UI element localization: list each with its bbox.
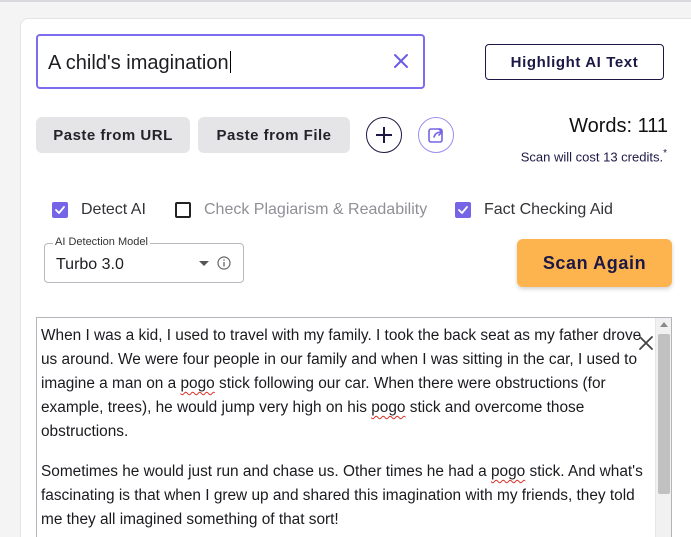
- paragraph: When I was a kid, I used to travel with …: [41, 327, 642, 440]
- close-icon[interactable]: [390, 50, 412, 72]
- add-button[interactable]: [366, 117, 402, 153]
- fact-checking-checkbox[interactable]: Fact Checking Aid: [455, 199, 613, 221]
- misspelled-word: pogo: [491, 463, 526, 480]
- checkbox-checked-icon: [455, 202, 471, 218]
- paste-from-url-button[interactable]: Paste from URL: [36, 117, 190, 153]
- checkbox-unchecked-icon: [175, 202, 191, 218]
- chevron-down-icon: [199, 261, 209, 266]
- top-divider: [0, 0, 691, 2]
- paste-from-file-button[interactable]: Paste from File: [198, 117, 350, 153]
- scrollbar-thumb[interactable]: [658, 334, 670, 494]
- content-text: When I was a kid, I used to travel with …: [41, 324, 649, 537]
- share-icon: [428, 128, 443, 143]
- info-icon[interactable]: [217, 256, 231, 270]
- scrollbar[interactable]: [655, 318, 671, 537]
- check-plagiarism-label: Check Plagiarism & Readability: [204, 201, 428, 218]
- word-count: Words: 111: [569, 115, 668, 137]
- close-icon[interactable]: [637, 334, 655, 352]
- share-button[interactable]: [418, 117, 454, 153]
- highlight-ai-text-button[interactable]: Highlight AI Text: [485, 44, 664, 80]
- scroll-up-arrow-icon[interactable]: [660, 322, 668, 327]
- document-title-input[interactable]: A child's imagination: [36, 34, 425, 89]
- scan-again-button[interactable]: Scan Again: [517, 239, 672, 287]
- checkbox-checked-icon: [52, 202, 68, 218]
- paragraph: Sometimes he would just run and chase us…: [41, 463, 643, 528]
- plus-icon: [376, 127, 392, 143]
- detect-ai-label: Detect AI: [81, 201, 146, 218]
- fact-checking-label: Fact Checking Aid: [484, 201, 613, 218]
- model-select-legend: AI Detection Model: [53, 236, 150, 248]
- detect-ai-checkbox[interactable]: Detect AI: [52, 199, 146, 221]
- misspelled-word: pogo: [180, 375, 215, 392]
- misspelled-word: pogo: [371, 399, 406, 416]
- check-plagiarism-checkbox[interactable]: Check Plagiarism & Readability: [175, 199, 427, 221]
- model-select-value: Turbo 3.0: [56, 256, 124, 273]
- document-title-text: A child's imagination: [48, 51, 231, 74]
- scan-cost-text: Scan will cost 13 credits.*: [520, 148, 667, 165]
- ai-detection-model-select[interactable]: AI Detection Model Turbo 3.0: [44, 236, 244, 283]
- content-textarea[interactable]: When I was a kid, I used to travel with …: [36, 317, 672, 537]
